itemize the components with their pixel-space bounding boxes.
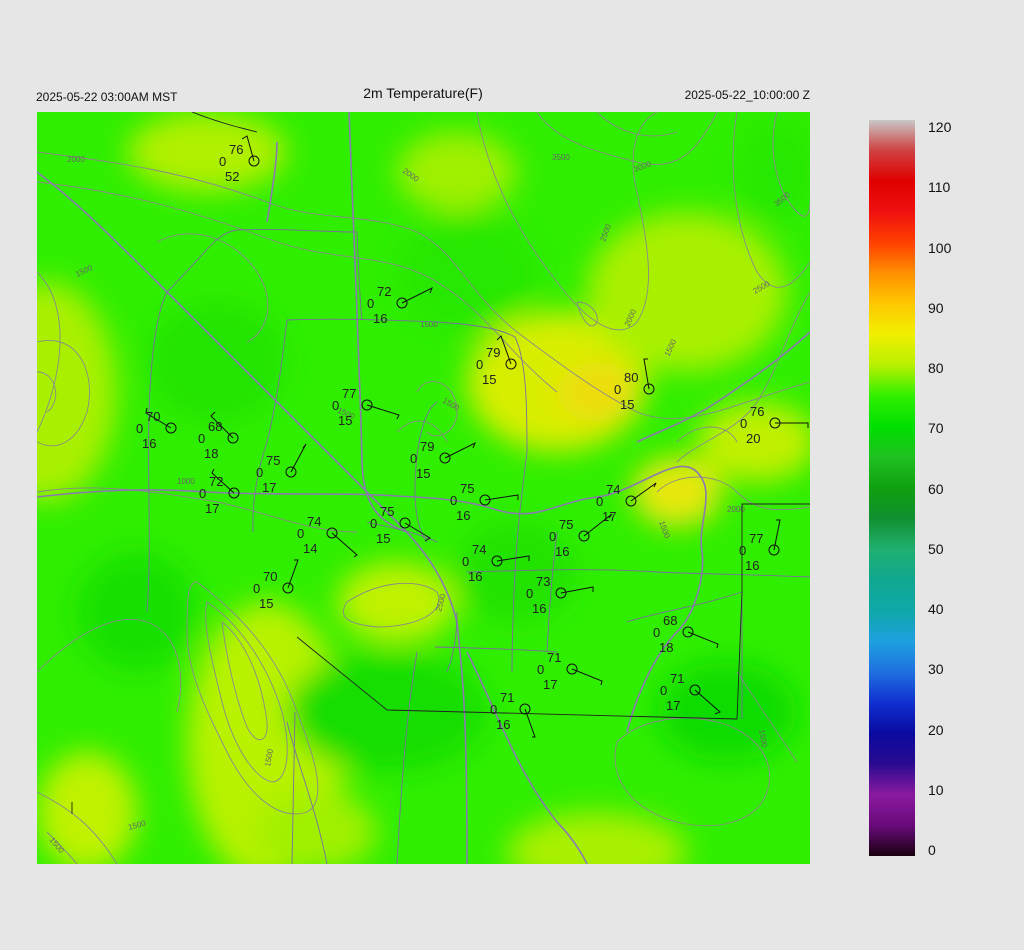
station-wind-speed: 0 <box>199 486 206 501</box>
station-dewpoint: 14 <box>303 541 317 556</box>
colorbar-label: 40 <box>928 601 944 617</box>
station-dewpoint: 17 <box>543 677 557 692</box>
contour-label: 2000 <box>727 505 745 514</box>
station-dewpoint: 15 <box>416 466 430 481</box>
station-dewpoint: 16 <box>456 508 470 523</box>
station-dewpoint: 16 <box>496 717 510 732</box>
station-dewpoint: 16 <box>745 558 759 573</box>
station-dewpoint: 15 <box>338 413 352 428</box>
station-temperature: 75 <box>266 453 280 468</box>
colorbar-label: 50 <box>928 540 944 557</box>
station-wind-speed: 0 <box>476 357 483 372</box>
colorbar-label: 60 <box>928 480 944 497</box>
station-dewpoint: 16 <box>532 601 546 616</box>
colorbar-label: 10 <box>928 781 944 798</box>
station-wind-speed: 0 <box>660 683 667 698</box>
station-wind-speed: 0 <box>596 494 603 509</box>
station-temperature: 71 <box>547 650 561 665</box>
station-temperature: 76 <box>229 142 243 157</box>
station-dewpoint: 16 <box>142 436 156 451</box>
station-wind-speed: 0 <box>549 529 556 544</box>
station-wind-speed: 0 <box>653 625 660 640</box>
station-temperature: 75 <box>559 517 573 532</box>
station-temperature: 77 <box>749 531 763 546</box>
station-temperature: 68 <box>663 613 677 628</box>
station-temperature: 80 <box>624 370 638 385</box>
station-wind-speed: 0 <box>410 451 417 466</box>
station-wind-speed: 0 <box>332 398 339 413</box>
station-dewpoint: 15 <box>376 531 390 546</box>
station-temperature: 71 <box>500 690 514 705</box>
station-temperature: 70 <box>263 569 277 584</box>
station-wind-speed: 0 <box>198 431 205 446</box>
station-temperature: 75 <box>460 481 474 496</box>
station-dewpoint: 16 <box>373 311 387 326</box>
station-wind-speed: 0 <box>739 543 746 558</box>
station-wind-speed: 0 <box>253 581 260 596</box>
station-temperature: 77 <box>342 386 356 401</box>
station-temperature: 76 <box>750 404 764 419</box>
station-dewpoint: 15 <box>620 397 634 412</box>
colorbar <box>869 120 915 861</box>
station-wind-speed: 0 <box>297 526 304 541</box>
station-wind-speed: 0 <box>367 296 374 311</box>
station-wind-speed: 0 <box>490 702 497 717</box>
station-wind-speed: 0 <box>526 586 533 601</box>
colorbar-label: 0 <box>928 842 936 858</box>
colorbar-label: 30 <box>928 661 944 678</box>
colorbar-gradient <box>869 120 915 856</box>
station-wind-speed: 0 <box>370 516 377 531</box>
station-dewpoint: 18 <box>659 640 673 655</box>
station-wind-speed: 0 <box>450 493 457 508</box>
contour-label: 2000 <box>67 155 85 164</box>
station-temperature: 79 <box>486 345 500 360</box>
station-temperature: 74 <box>606 482 620 497</box>
station-temperature: 73 <box>536 574 550 589</box>
station-dewpoint: 16 <box>555 544 569 559</box>
colorbar-label: 100 <box>928 239 952 256</box>
station-wind-speed: 0 <box>740 416 747 431</box>
station-dewpoint: 15 <box>482 372 496 387</box>
station-wind-speed: 0 <box>614 382 621 397</box>
station-temperature: 74 <box>472 542 486 557</box>
station-dewpoint: 15 <box>259 596 273 611</box>
contour-label: 3500 <box>552 153 570 162</box>
colorbar-label: 70 <box>928 420 944 437</box>
station-temperature: 71 <box>670 671 684 686</box>
station-dewpoint: 17 <box>205 501 219 516</box>
station-temperature: 70 <box>146 409 160 424</box>
temperature-map[interactable]: 2000 2000 1500 1500 1500 1000 2500 3000 … <box>37 112 810 864</box>
station-wind-speed: 0 <box>136 421 143 436</box>
station-wind-speed: 0 <box>537 662 544 677</box>
station-wind-speed: 0 <box>462 554 469 569</box>
station-dewpoint: 52 <box>225 169 239 184</box>
station-dewpoint: 20 <box>746 431 760 446</box>
colorbar-label: 110 <box>928 179 951 196</box>
station-wind-speed: 0 <box>219 154 226 169</box>
station-temperature: 68 <box>208 419 222 434</box>
station-wind-speed: 0 <box>256 465 263 480</box>
station-temperature: 79 <box>420 439 434 454</box>
colorbar-label: 120 <box>928 119 952 135</box>
valid-time-utc: 2025-05-22_10:00:00 Z <box>684 88 810 102</box>
contour-label: 1000 <box>177 477 195 486</box>
station-temperature: 75 <box>380 504 394 519</box>
station-temperature: 74 <box>307 514 321 529</box>
station-dewpoint: 16 <box>468 569 482 584</box>
station-dewpoint: 17 <box>262 480 276 495</box>
station-dewpoint: 17 <box>666 698 680 713</box>
colorbar-label: 80 <box>928 360 944 376</box>
station-temperature: 72 <box>377 284 391 299</box>
station-temperature: 72 <box>209 474 223 489</box>
colorbar-label: 90 <box>928 299 944 316</box>
station-dewpoint: 18 <box>204 446 218 461</box>
colorbar-label: 20 <box>928 721 944 738</box>
